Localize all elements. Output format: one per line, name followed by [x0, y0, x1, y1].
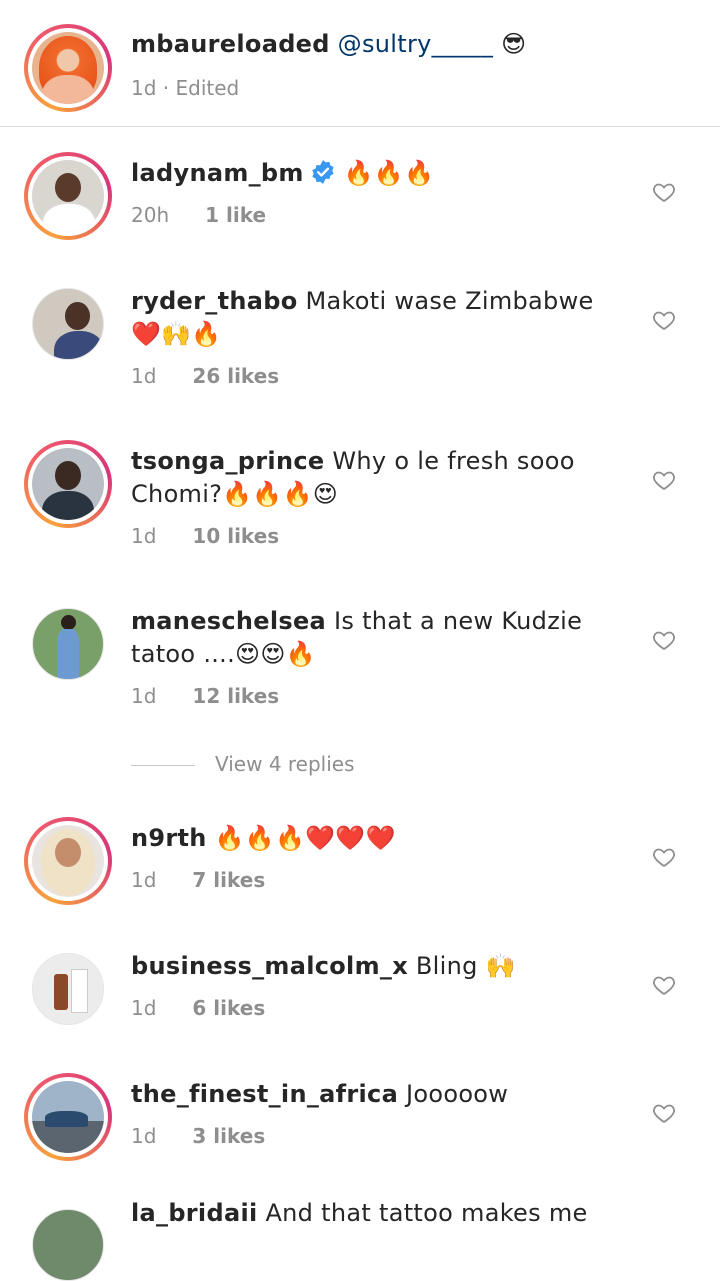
- comment-text: Is that a new Kudzie: [333, 607, 583, 635]
- caption-author-avatar[interactable]: [24, 24, 112, 112]
- comment-avatar[interactable]: [24, 1073, 112, 1161]
- comment-line: ladynam_bm 🔥🔥🔥: [131, 156, 434, 190]
- comment-likes[interactable]: 7 likes: [192, 868, 265, 892]
- comment-line: n9rth 🔥🔥🔥❤️❤️❤️: [131, 821, 396, 855]
- verified-badge-icon: [312, 160, 334, 184]
- comment-username[interactable]: maneschelsea: [131, 607, 326, 635]
- comment-time: 20h: [131, 203, 170, 227]
- comment-avatar[interactable]: [32, 953, 104, 1025]
- comment-meta: 1d 12 likes: [131, 684, 279, 708]
- view-replies-button[interactable]: View 4 replies: [131, 752, 355, 776]
- caption-text: mbaureloaded @sultry_____ 😎: [131, 27, 526, 61]
- comment-likes[interactable]: 26 likes: [192, 364, 279, 388]
- comment-likes[interactable]: 10 likes: [192, 524, 279, 548]
- comment-text-continued: Chomi?🔥🔥🔥😍: [131, 480, 339, 508]
- comment-likes[interactable]: 1 like: [205, 203, 266, 227]
- caption-mention[interactable]: @sultry_____: [338, 30, 493, 58]
- comment-line: ryder_thabo Makoti wase Zimbabwe: [131, 284, 594, 318]
- comment-avatar[interactable]: [24, 152, 112, 240]
- comment-line: tsonga_prince Why o le fresh sooo: [131, 444, 575, 478]
- comment-avatar[interactable]: [32, 288, 104, 360]
- comment-username[interactable]: ladynam_bm: [131, 159, 304, 187]
- replies-divider: [131, 765, 195, 766]
- comment-text: 🔥🔥🔥: [343, 159, 435, 187]
- comment-meta: 1d 10 likes: [131, 524, 279, 548]
- comment-text: 🔥🔥🔥❤️❤️❤️: [214, 824, 396, 852]
- post-caption: mbaureloaded @sultry_____ 😎 1d · Edited: [0, 0, 720, 127]
- like-heart-icon[interactable]: [652, 628, 676, 652]
- comment-username[interactable]: tsonga_prince: [131, 447, 324, 475]
- comment-username[interactable]: ryder_thabo: [131, 287, 298, 315]
- comment-time: 1d: [131, 524, 157, 548]
- comment-time: 1d: [131, 684, 157, 708]
- comment-time: 1d: [131, 1124, 157, 1148]
- comment-time: 1d: [131, 364, 157, 388]
- caption-separator: ·: [156, 76, 176, 100]
- caption-meta: 1d · Edited: [131, 76, 239, 100]
- comment-line: la_bridaii And that tattoo makes me: [131, 1196, 588, 1230]
- comment-avatar[interactable]: [24, 817, 112, 905]
- comment-text-continued: tatoo ....😍😍🔥: [131, 640, 316, 668]
- comment-meta: 1d 7 likes: [131, 868, 265, 892]
- comment-likes[interactable]: 3 likes: [192, 1124, 265, 1148]
- comment-text: Jooooow: [406, 1080, 509, 1108]
- comment-line: the_finest_in_africa Jooooow: [131, 1077, 508, 1111]
- like-heart-icon[interactable]: [652, 180, 676, 204]
- comment-text: Bling 🙌: [415, 952, 516, 980]
- comment-likes[interactable]: 12 likes: [192, 684, 279, 708]
- comment-text: Makoti wase Zimbabwe: [305, 287, 594, 315]
- caption-username[interactable]: mbaureloaded: [131, 30, 330, 58]
- comment-line: business_malcolm_x Bling 🙌: [131, 949, 516, 983]
- like-heart-icon[interactable]: [652, 468, 676, 492]
- comment-time: 1d: [131, 868, 157, 892]
- caption-time: 1d: [131, 76, 157, 100]
- comment-avatar[interactable]: [32, 1209, 104, 1281]
- like-heart-icon[interactable]: [652, 973, 676, 997]
- comment-text: And that tattoo makes me: [265, 1199, 588, 1227]
- comment-username[interactable]: the_finest_in_africa: [131, 1080, 398, 1108]
- comment-likes[interactable]: 6 likes: [192, 996, 265, 1020]
- comment-line: maneschelsea Is that a new Kudzie: [131, 604, 582, 638]
- caption-emoji: 😎: [501, 30, 527, 58]
- comment-meta: 20h 1 like: [131, 203, 266, 227]
- comment-username[interactable]: la_bridaii: [131, 1199, 258, 1227]
- view-replies-label: View 4 replies: [215, 752, 355, 776]
- comment-time: 1d: [131, 996, 157, 1020]
- comment-text: Why o le fresh sooo: [332, 447, 575, 475]
- comment-text-continued: ❤️🙌🔥: [131, 320, 222, 348]
- caption-edited: Edited: [175, 76, 240, 100]
- comment-username[interactable]: business_malcolm_x: [131, 952, 408, 980]
- comment-avatar[interactable]: [24, 440, 112, 528]
- comment-meta: 1d 3 likes: [131, 1124, 265, 1148]
- comment-avatar[interactable]: [32, 608, 104, 680]
- like-heart-icon[interactable]: [652, 308, 676, 332]
- like-heart-icon[interactable]: [652, 845, 676, 869]
- like-heart-icon[interactable]: [652, 1101, 676, 1125]
- comment-meta: 1d 26 likes: [131, 364, 279, 388]
- comment-username[interactable]: n9rth: [131, 824, 207, 852]
- comment-meta: 1d 6 likes: [131, 996, 265, 1020]
